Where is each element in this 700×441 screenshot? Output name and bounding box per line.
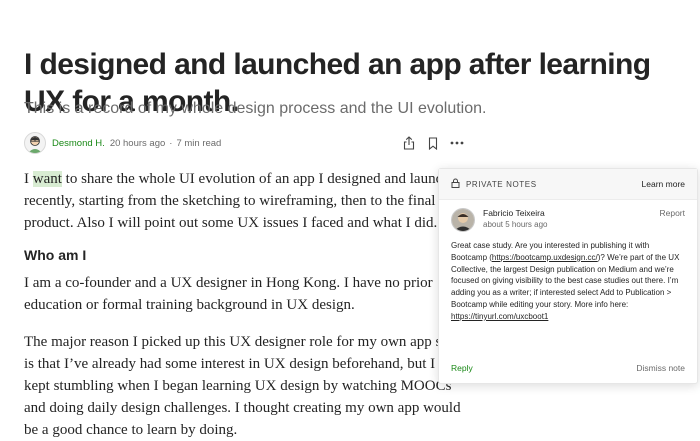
private-notes-label: PRIVATE NOTES [466, 179, 537, 189]
note-footer: Reply Dismiss note [451, 363, 685, 373]
bootcamp-link[interactable]: https://bootcamp.uxdesign.cc/ [492, 253, 598, 262]
read-time: 7 min read [176, 137, 222, 149]
more-icon[interactable] [450, 136, 464, 150]
avatar-illustration-icon [28, 136, 42, 153]
byline-separator: · [169, 137, 173, 149]
reply-button[interactable]: Reply [451, 363, 473, 373]
portrait-icon [452, 209, 474, 231]
paragraph-about: I am a co-founder and a UX designer in H… [24, 275, 433, 313]
tinyurl-link[interactable]: https://tinyurl.com/uxcboot1 [451, 312, 548, 321]
note-author-name[interactable]: Fabricio Teixeira [483, 208, 548, 219]
private-notes-panel: PRIVATE NOTES Learn more Fabricio Teixei… [438, 168, 698, 384]
posted-time: 20 hours ago [109, 137, 166, 149]
learn-more-link[interactable]: Learn more [642, 179, 685, 189]
note-author-row: Fabricio Teixeira about 5 hours ago Repo… [439, 200, 697, 232]
lock-icon [451, 178, 460, 190]
section-heading: Who am I [24, 247, 87, 263]
note-author-meta: Fabricio Teixeira about 5 hours ago [483, 208, 548, 231]
byline: Desmond H. 20 hours ago · 7 min read [24, 131, 464, 155]
paragraph-reason: The major reason I picked up this UX des… [24, 334, 462, 438]
dismiss-note-button[interactable]: Dismiss note [636, 363, 685, 373]
paragraph-intro: I want to share the whole UI evolution o… [24, 168, 464, 234]
note-author-avatar[interactable] [451, 208, 475, 232]
paragraph-intro-rest: to share the whole UI evolution of an ap… [24, 171, 464, 231]
author-avatar[interactable] [24, 132, 46, 154]
byline-actions [402, 131, 464, 155]
note-time: about 5 hours ago [483, 220, 548, 229]
note-body: Great case study. Are you interested in … [439, 232, 697, 323]
share-icon[interactable] [402, 136, 416, 150]
private-notes-header: PRIVATE NOTES Learn more [439, 169, 697, 200]
article-subtitle: This is a record of my whole design proc… [24, 100, 487, 117]
paragraph-intro-start: I [24, 171, 33, 187]
report-button[interactable]: Report [659, 208, 685, 218]
author-name-link[interactable]: Desmond H. [52, 138, 105, 149]
highlighted-word[interactable]: want [32, 171, 62, 187]
bookmark-icon[interactable] [426, 136, 440, 150]
